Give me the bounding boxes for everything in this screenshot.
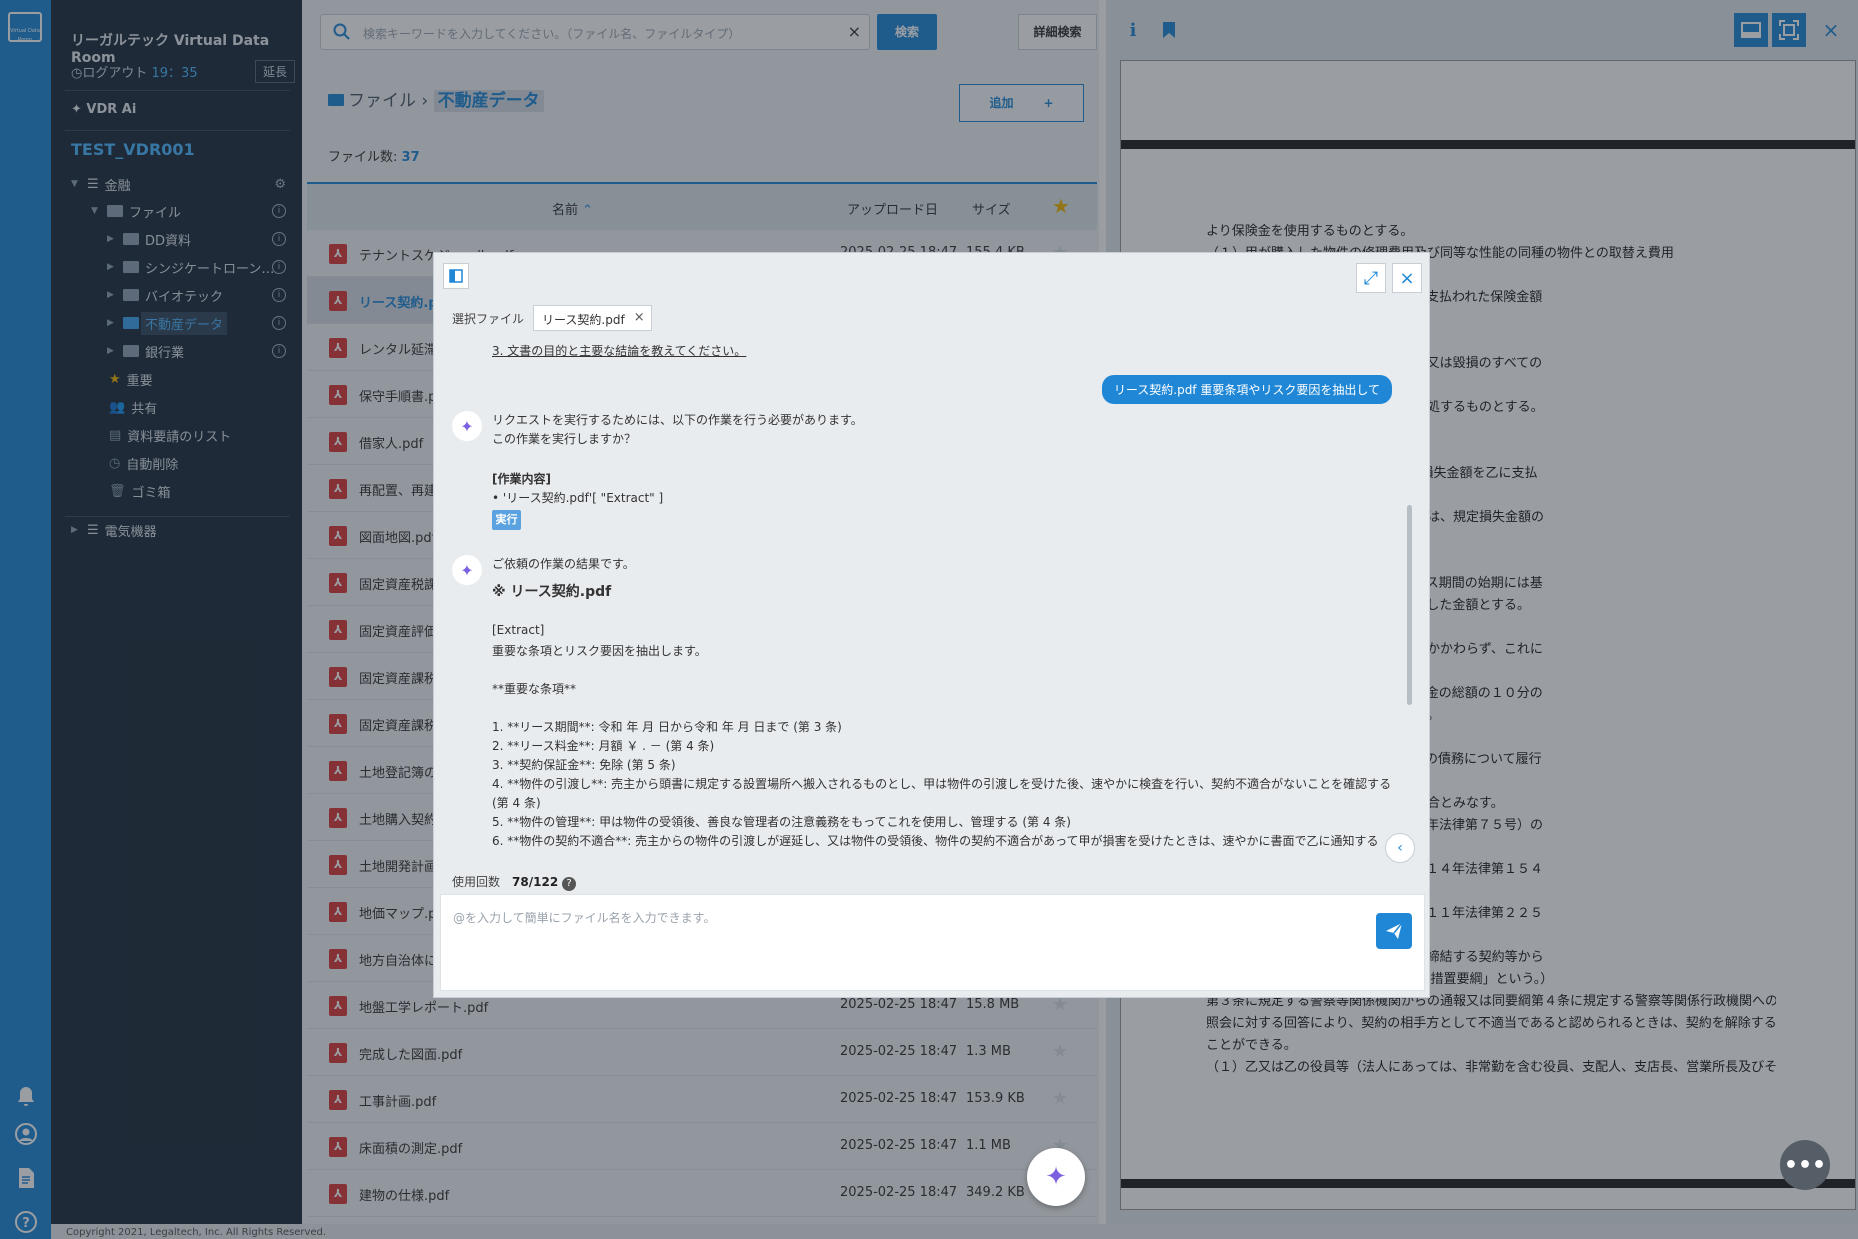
user-message: リース契約.pdf 重要条項やリスク要因を抽出して <box>1101 375 1392 404</box>
task-heading: [作業内容] <box>492 472 551 486</box>
ai-message-line: この作業を実行しますか？ <box>492 432 637 446</box>
scrollbar[interactable] <box>1407 505 1412 705</box>
chevron-left-icon[interactable]: ‹ <box>1385 833 1415 863</box>
result-item: 3. **契約保証金**: 免除 (第 5 条) <box>492 758 676 772</box>
result-item: 1. **リース期間**: 令和 年 月 日から令和 年 月 日まで (第 3 … <box>492 720 842 734</box>
remove-icon[interactable]: × <box>634 310 645 325</box>
chat-input[interactable]: @を入力して簡単にファイル名を入力できます。 <box>440 894 1425 991</box>
result-item: 5. **物件の管理**: 甲は物件の受領後、善良な管理者の注意義務をもってこれ… <box>492 815 1071 829</box>
usage-counter: 使用回数 78/122 ? <box>452 873 576 891</box>
selected-file-chip: リース契約.pdf × <box>533 305 652 331</box>
panel-toggle-icon[interactable] <box>443 263 469 289</box>
close-icon[interactable]: × <box>1392 263 1422 293</box>
result-item: 4. **物件の引渡し**: 売主から頭書に規定する設置場所へ搬入されるものとし… <box>492 777 1392 791</box>
usage-label: 使用回数 <box>452 875 501 889</box>
task-item-text: 'リース契約.pdf'[ "Extract" ] <box>502 491 664 505</box>
ai-avatar-icon: ✦ <box>452 411 482 441</box>
result-line: 重要な条項とリスク要因を抽出します。 <box>492 644 707 658</box>
chat-messages: 3. 文書の目的と主要な結論を教えてください。 リース契約.pdf 重要条項やリ… <box>434 335 1414 870</box>
expand-icon[interactable]: ⤢ <box>1356 263 1386 293</box>
suggestion-link[interactable]: 3. 文書の目的と主要な結論を教えてください。 <box>492 342 746 359</box>
sparkle-icon: ✦ <box>1045 1162 1067 1192</box>
selected-file-name: リース契約.pdf <box>542 313 625 327</box>
result-line: **重要な条項** <box>492 682 577 696</box>
result-item: 6. **物件の契約不適合**: 売主からの物件の引渡しが遅延し、又は物件の受領… <box>492 834 1379 848</box>
ai-chat-dialog: ⤢ × 選択ファイル リース契約.pdf × 3. 文書の目的と主要な結論を教えて… <box>433 252 1430 998</box>
ai-avatar-icon: ✦ <box>452 555 482 585</box>
result-line: [Extract] <box>492 623 545 637</box>
result-item: 2. **リース料金**: 月額 ￥ . － (第 4 条) <box>492 739 715 753</box>
ai-message-line: ご依頼の作業の結果です。 <box>492 557 635 571</box>
help-icon[interactable]: ? <box>562 877 576 891</box>
result-item: (第 4 条) <box>492 796 541 810</box>
send-icon[interactable] <box>1376 913 1412 949</box>
result-title: ※ リース契約.pdf <box>492 584 612 600</box>
usage-value: 78/122 <box>512 875 559 889</box>
run-button[interactable]: 実行 <box>492 510 521 530</box>
ai-message-line: リクエストを実行するためには、以下の作業を行う必要があります。 <box>492 413 863 427</box>
ai-assistant-button[interactable]: ✦ <box>1027 1148 1085 1206</box>
chat-input-placeholder: @を入力して簡単にファイル名を入力できます。 <box>453 911 716 925</box>
selected-file-label: 選択ファイル <box>452 312 525 326</box>
more-options-icon[interactable]: ••• <box>1780 1140 1830 1190</box>
task-item: • 'リース契約.pdf'[ "Extract" ] <box>492 491 664 505</box>
